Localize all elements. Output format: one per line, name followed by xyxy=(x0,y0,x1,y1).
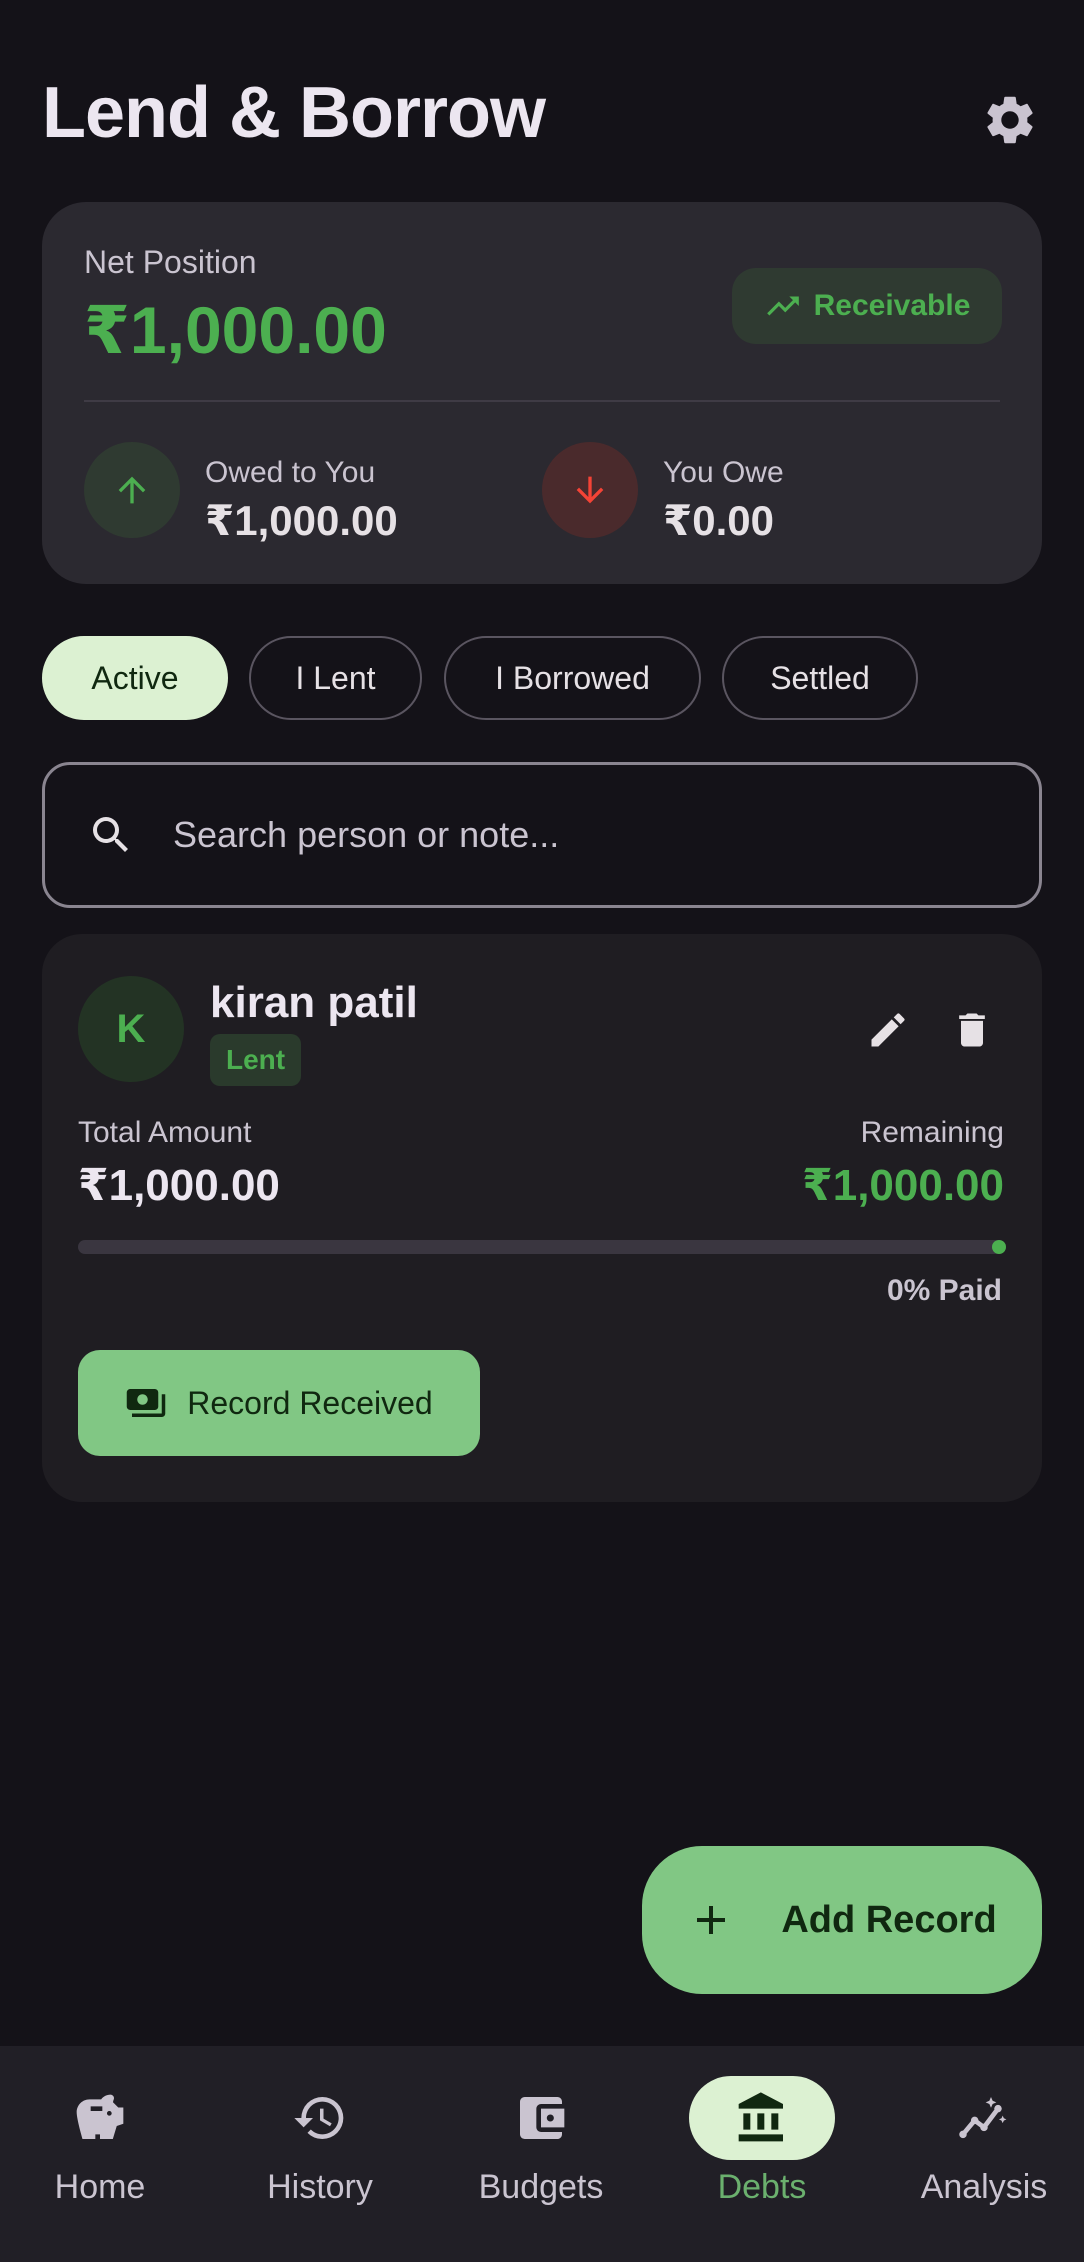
bottom-navigation: Home History Budgets Debts Analysis xyxy=(0,2046,1084,2262)
wallet-icon xyxy=(520,2097,565,2139)
total-amount-label: Total Amount xyxy=(78,1116,252,1149)
paid-percent: 0% Paid xyxy=(886,1274,1002,1307)
nav-item-history[interactable]: History xyxy=(220,2076,420,2246)
record-received-button[interactable]: Record Received xyxy=(78,1350,480,1456)
net-position-label: Net Position xyxy=(84,244,257,280)
receivable-badge: Receivable xyxy=(732,268,1002,344)
analytics-icon xyxy=(959,2097,1007,2139)
trending-up-icon xyxy=(766,296,799,316)
nav-item-budgets[interactable]: Budgets xyxy=(441,2076,641,2246)
owed-to-you-indicator xyxy=(84,442,180,538)
nav-item-home[interactable]: Home xyxy=(0,2076,200,2246)
history-icon xyxy=(294,2097,344,2139)
search-input[interactable] xyxy=(173,814,993,856)
delete-button[interactable] xyxy=(940,998,1004,1062)
owed-to-you-label: Owed to You xyxy=(205,456,376,489)
add-record-button[interactable]: Add Record xyxy=(642,1846,1042,1994)
plus-icon xyxy=(697,1906,726,1934)
remaining-label: Remaining xyxy=(860,1116,1004,1149)
you-owe-indicator xyxy=(542,442,638,538)
search-icon xyxy=(83,807,139,863)
debt-card[interactable]: K kiran patil Lent Total Amount ₹1,000.0… xyxy=(42,934,1042,1502)
bank-icon xyxy=(738,2092,783,2142)
edit-button[interactable] xyxy=(856,998,920,1062)
net-position-value: ₹1,000.00 xyxy=(84,293,387,367)
receivable-badge-label: Receivable xyxy=(813,289,971,322)
owed-to-you-value: ₹1,000.00 xyxy=(205,497,398,544)
arrow-down-icon xyxy=(576,476,604,504)
net-position-card: Net Position ₹1,000.00 Receivable Owed t… xyxy=(42,202,1042,584)
pencil-icon xyxy=(871,1013,905,1047)
filter-chip-i-borrowed[interactable]: I Borrowed xyxy=(444,636,701,720)
filter-chip-settled[interactable]: Settled xyxy=(722,636,918,720)
repayment-progress-bar xyxy=(78,1240,1002,1254)
debt-type-badge: Lent xyxy=(210,1034,302,1086)
arrow-up-icon xyxy=(118,476,146,504)
nav-label-debts: Debts xyxy=(717,2168,807,2206)
you-owe-value: ₹0.00 xyxy=(663,497,774,544)
divider xyxy=(84,400,1000,402)
page-title: Lend & Borrow xyxy=(42,73,546,153)
person-name: kiran patil xyxy=(210,978,418,1027)
filter-chip-active[interactable]: Active xyxy=(42,636,228,720)
filter-chip-i-lent[interactable]: I Lent xyxy=(249,636,422,720)
remaining-value: ₹1,000.00 xyxy=(802,1161,1004,1210)
you-owe-label: You Owe xyxy=(663,456,784,489)
settings-button[interactable] xyxy=(972,82,1048,158)
payments-icon xyxy=(127,1389,166,1417)
search-bar[interactable] xyxy=(42,762,1042,908)
gear-icon xyxy=(987,96,1033,144)
avatar: K xyxy=(78,976,184,1082)
nav-label-history: History xyxy=(267,2168,373,2206)
nav-item-debts[interactable]: Debts xyxy=(662,2076,862,2246)
nav-label-analysis: Analysis xyxy=(920,2168,1048,2206)
piggy-bank-icon xyxy=(76,2094,124,2139)
nav-item-analysis[interactable]: Analysis xyxy=(884,2076,1084,2246)
add-record-label: Add Record xyxy=(781,1898,997,1941)
nav-label-budgets: Budgets xyxy=(478,2168,604,2206)
record-received-label: Record Received xyxy=(187,1384,433,1421)
total-amount-value: ₹1,000.00 xyxy=(78,1161,280,1210)
lend-borrow-screen: Lend & Borrow Net Position ₹1,000.00 Rec… xyxy=(0,0,1084,2262)
trash-icon xyxy=(959,1013,985,1047)
nav-label-home: Home xyxy=(54,2168,146,2206)
progress-end-marker xyxy=(992,1240,1006,1254)
